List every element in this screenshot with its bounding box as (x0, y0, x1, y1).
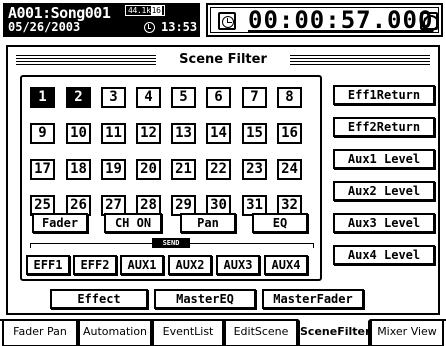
channel-button-24[interactable]: 24 (277, 159, 302, 180)
tab-eventlist[interactable]: EventList (152, 321, 224, 346)
channel-button-17[interactable]: 17 (30, 159, 55, 180)
return-button-eff1return[interactable]: Eff1Return (333, 85, 435, 105)
panel-title-bar: Scene Filter (12, 51, 434, 71)
channel-button-6[interactable]: 6 (206, 87, 231, 108)
send-button-eff1[interactable]: EFF1 (26, 255, 70, 275)
channel-button-23[interactable]: 23 (242, 159, 267, 180)
sample-rate-bits: 16 (150, 6, 162, 15)
channel-button-3[interactable]: 3 (101, 87, 126, 108)
return-button-aux4-level[interactable]: Aux4 Level (333, 245, 435, 265)
param-button-pan[interactable]: Pan (180, 213, 236, 233)
channel-button-7[interactable]: 7 (242, 87, 267, 108)
tab-editscene[interactable]: EditScene (224, 321, 298, 346)
send-button-aux2[interactable]: AUX2 (168, 255, 212, 275)
counter-time: 00:00:57.000 (248, 6, 434, 34)
bottom-button-mastereq[interactable]: MasterEQ (154, 289, 256, 309)
channel-button-11[interactable]: 11 (101, 123, 126, 144)
sample-rate-badge: 44.1k16 (125, 5, 165, 16)
alarm-icon (420, 12, 439, 31)
channel-button-18[interactable]: 18 (66, 159, 91, 180)
clock-time: 13:53 (161, 20, 198, 34)
channel-button-19[interactable]: 19 (101, 159, 126, 180)
panel-title: Scene Filter (179, 52, 267, 67)
param-button-fader[interactable]: Fader (32, 213, 88, 233)
title-rule-left (16, 55, 156, 66)
tab-mixer-view[interactable]: Mixer View (370, 321, 444, 346)
channel-button-2[interactable]: 2 (66, 87, 91, 108)
scene-filter-panel: Scene Filter 1 2 3 4 5 6 7 8 9 10 11 12 13 14 15 16 17 18… (6, 45, 440, 315)
bottom-button-masterfader[interactable]: MasterFader (262, 289, 364, 309)
sample-rate-prefix: 44.1k (128, 6, 151, 15)
song-info-box[interactable]: A001:Song001 44.1k16 05/26/2003 13:53 (3, 3, 200, 37)
title-rule-right (290, 55, 430, 66)
channel-button-8[interactable]: 8 (277, 87, 302, 108)
send-button-eff2[interactable]: EFF2 (73, 255, 117, 275)
send-label: SEND (152, 238, 190, 248)
time-counter-box[interactable]: 00:00:57.000 (206, 3, 443, 37)
return-button-aux2-level[interactable]: Aux2 Level (333, 181, 435, 201)
channel-button-22[interactable]: 22 (206, 159, 231, 180)
channel-button-1[interactable]: 1 (30, 87, 55, 108)
channel-button-15[interactable]: 15 (242, 123, 267, 144)
channel-button-21[interactable]: 21 (171, 159, 196, 180)
send-button-aux4[interactable]: AUX4 (264, 255, 308, 275)
tab-bar: Fader Pan Automation EventList EditScene Sce… (0, 319, 446, 346)
tab-fader-pan[interactable]: Fader Pan (2, 321, 78, 346)
return-button-aux1-level[interactable]: Aux1 Level (333, 149, 435, 169)
channel-button-9[interactable]: 9 (30, 123, 55, 144)
tab-automation[interactable]: Automation (78, 321, 152, 346)
song-date: 05/26/2003 (8, 20, 81, 34)
scene-filter-grid: 1 2 3 4 5 6 7 8 9 10 11 12 13 14 15 16 17 18 19 20 21 22 23 24 2… (20, 75, 322, 281)
return-button-eff2return[interactable]: Eff2Return (333, 117, 435, 137)
channel-button-16[interactable]: 16 (277, 123, 302, 144)
channel-button-12[interactable]: 12 (136, 123, 161, 144)
channel-button-13[interactable]: 13 (171, 123, 196, 144)
timer-icon (218, 12, 236, 30)
clock-icon (144, 22, 155, 33)
channel-button-4[interactable]: 4 (136, 87, 161, 108)
channel-button-14[interactable]: 14 (206, 123, 231, 144)
bottom-button-effect[interactable]: Effect (50, 289, 148, 309)
param-button-eq[interactable]: EQ (252, 213, 308, 233)
channel-button-5[interactable]: 5 (171, 87, 196, 108)
send-button-aux3[interactable]: AUX3 (216, 255, 260, 275)
header-bar: A001:Song001 44.1k16 05/26/2003 13:53 00… (0, 0, 446, 40)
return-button-aux3-level[interactable]: Aux3 Level (333, 213, 435, 233)
send-button-aux1[interactable]: AUX1 (120, 255, 164, 275)
tab-scenefilter[interactable]: SceneFilter (298, 319, 370, 346)
channel-button-20[interactable]: 20 (136, 159, 161, 180)
channel-button-10[interactable]: 10 (66, 123, 91, 144)
param-button-ch-on[interactable]: CH ON (104, 213, 162, 233)
